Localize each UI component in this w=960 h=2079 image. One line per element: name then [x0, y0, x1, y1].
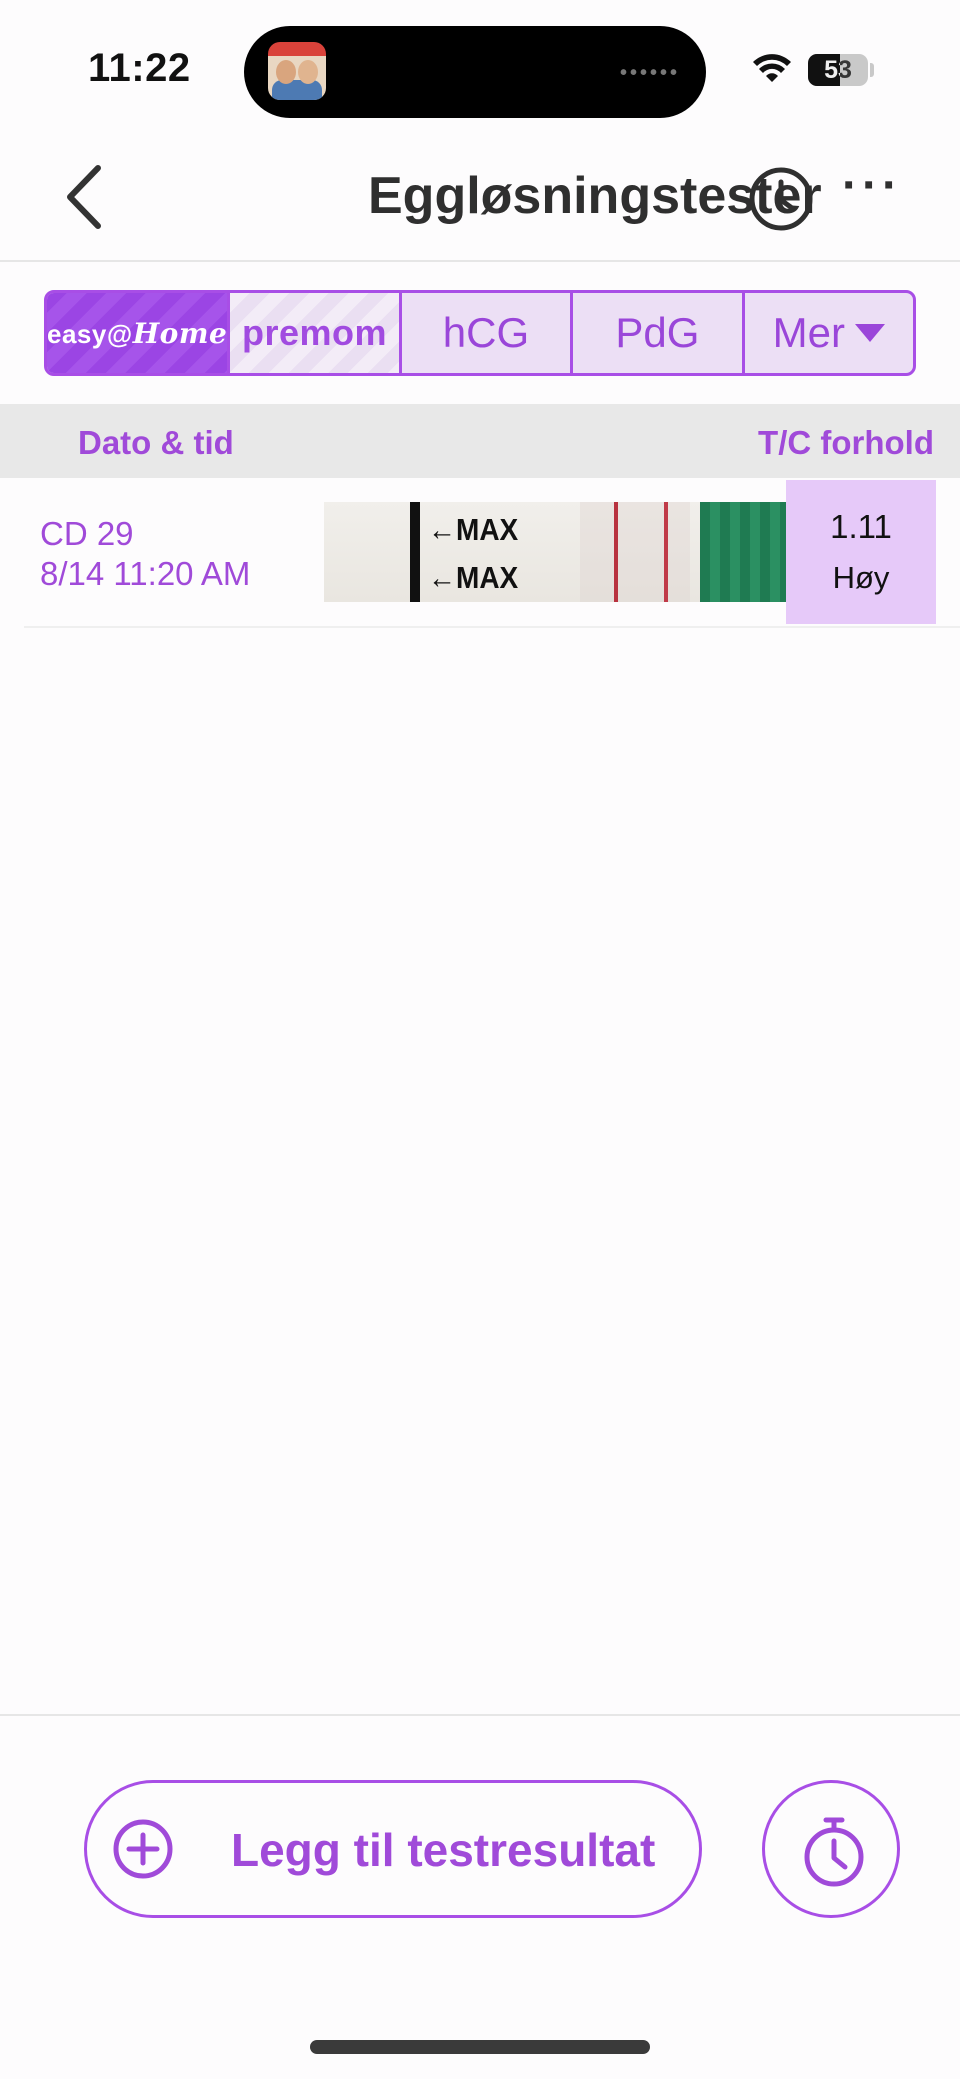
- more-icon[interactable]: ···: [842, 162, 918, 216]
- strip-test-line: [614, 502, 618, 602]
- nav-divider: [0, 260, 960, 262]
- test-strip-photo[interactable]: ←MAX ←MAX: [324, 502, 808, 602]
- cycle-day: CD 29: [40, 515, 134, 552]
- add-test-result-button[interactable]: Legg til testresultat: [84, 1780, 702, 1918]
- home-indicator[interactable]: [310, 2040, 650, 2054]
- tc-ratio-level: Høy: [832, 560, 890, 595]
- tc-ratio-cell: 1.11 Høy: [786, 480, 936, 624]
- tc-ratio-value: 1.11: [830, 508, 892, 545]
- caret-down-icon: [854, 324, 885, 342]
- row-date: CD 29 8/14 11:20 AM: [40, 514, 250, 594]
- strip-max-label: ←MAX: [428, 560, 519, 595]
- tab-easy-at-home[interactable]: easy@Home: [47, 293, 231, 373]
- stopwatch-button[interactable]: [762, 1780, 900, 1918]
- battery-tip: [870, 63, 874, 77]
- tab-more[interactable]: Mer: [745, 293, 913, 373]
- tab-hcg-label: hCG: [442, 309, 530, 356]
- status-time: 11:22: [88, 46, 191, 90]
- strip-max-label: ←MAX: [428, 512, 519, 547]
- island-dots: ••••••: [619, 62, 680, 84]
- back-icon[interactable]: [60, 162, 110, 232]
- tab-pdg[interactable]: PdG: [573, 293, 745, 373]
- now-playing-app-icon: [268, 42, 326, 100]
- timer-icon[interactable]: [746, 162, 816, 232]
- table-row[interactable]: CD 29 8/14 11:20 AM ←MAX ←MAX 1.11 Høy: [24, 480, 960, 628]
- column-date-time: Dato & tid: [78, 424, 234, 461]
- tab-pdg-label: PdG: [615, 309, 700, 356]
- strip-control-line: [664, 502, 668, 602]
- dynamic-island: ••••••: [244, 26, 706, 118]
- stopwatch-icon: [804, 1817, 864, 1887]
- add-test-result-label: Legg til testresultat: [231, 1824, 656, 1876]
- easy-at-home-logo: easy@Home: [47, 316, 228, 350]
- battery-percent: 53: [824, 56, 852, 84]
- wifi-icon: [753, 54, 791, 82]
- battery-icon: 53: [808, 54, 868, 86]
- column-tc-ratio: T/C forhold: [758, 424, 934, 461]
- table-header: Dato & tid T/C forhold: [0, 404, 960, 478]
- premom-logo: premom: [241, 312, 388, 353]
- brand-tabs: easy@Home premom hCG PdG Mer: [44, 290, 916, 376]
- tab-more-label: Mer: [772, 309, 845, 356]
- tab-hcg[interactable]: hCG: [402, 293, 574, 373]
- tab-premom[interactable]: premom: [230, 293, 402, 373]
- test-datetime: 8/14 11:20 AM: [40, 555, 251, 592]
- bottom-divider: [0, 1714, 960, 1716]
- plus-circle-icon: [113, 1819, 173, 1879]
